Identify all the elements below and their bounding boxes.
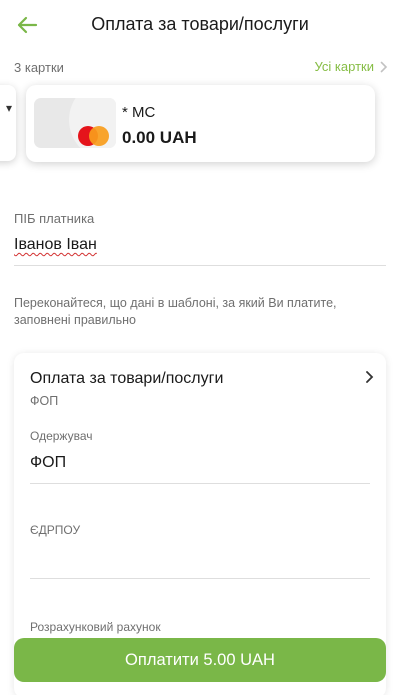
template-header[interactable]: Оплата за товари/послуги ФОП bbox=[14, 353, 386, 409]
header: Оплата за товари/послуги bbox=[0, 0, 400, 50]
chevron-right-icon bbox=[366, 371, 374, 383]
cards-count-label: 3 картки bbox=[14, 60, 64, 75]
chevron-right-icon bbox=[380, 61, 388, 72]
all-cards-label: Усі картки bbox=[314, 59, 374, 74]
edrpou-underline bbox=[30, 578, 370, 579]
card-thumbnail bbox=[34, 98, 116, 148]
card-edge-icon: ▾ bbox=[5, 101, 12, 115]
payment-screen: Оплата за товари/послуги 3 картки Усі ка… bbox=[0, 0, 400, 695]
template-subtitle: ФОП bbox=[30, 394, 59, 408]
template-title: Оплата за товари/послуги bbox=[30, 370, 224, 387]
previous-card[interactable]: ▾ bbox=[0, 85, 16, 161]
selected-card[interactable]: * MC 0.00 UAH bbox=[26, 85, 375, 162]
mastercard-orange-circle bbox=[89, 126, 109, 146]
pay-button[interactable]: Оплатити 5.00 UAH bbox=[14, 638, 386, 682]
payer-name-field[interactable]: Іванов Іван bbox=[14, 236, 97, 254]
recipient-label: Одержувач bbox=[30, 429, 93, 443]
info-note: Переконайтеся, що дані в шаблоні, за яки… bbox=[14, 296, 337, 327]
recipient-field[interactable]: ФОП bbox=[30, 454, 66, 472]
recipient-underline bbox=[30, 483, 370, 484]
edrpou-label: ЄДРПОУ bbox=[30, 523, 81, 537]
card-balance: 0.00 UAH bbox=[122, 128, 197, 147]
account-label: Розрахунковий рахунок bbox=[30, 620, 161, 634]
payer-label: ПІБ платника bbox=[14, 211, 95, 226]
mastercard-logo-icon bbox=[78, 126, 114, 148]
page-title: Оплата за товари/послуги bbox=[91, 14, 309, 34]
edrpou-input[interactable] bbox=[30, 543, 370, 573]
card-name: * MC bbox=[122, 104, 156, 121]
payer-underline bbox=[14, 265, 386, 266]
all-cards-link[interactable]: Усі картки bbox=[315, 59, 388, 74]
